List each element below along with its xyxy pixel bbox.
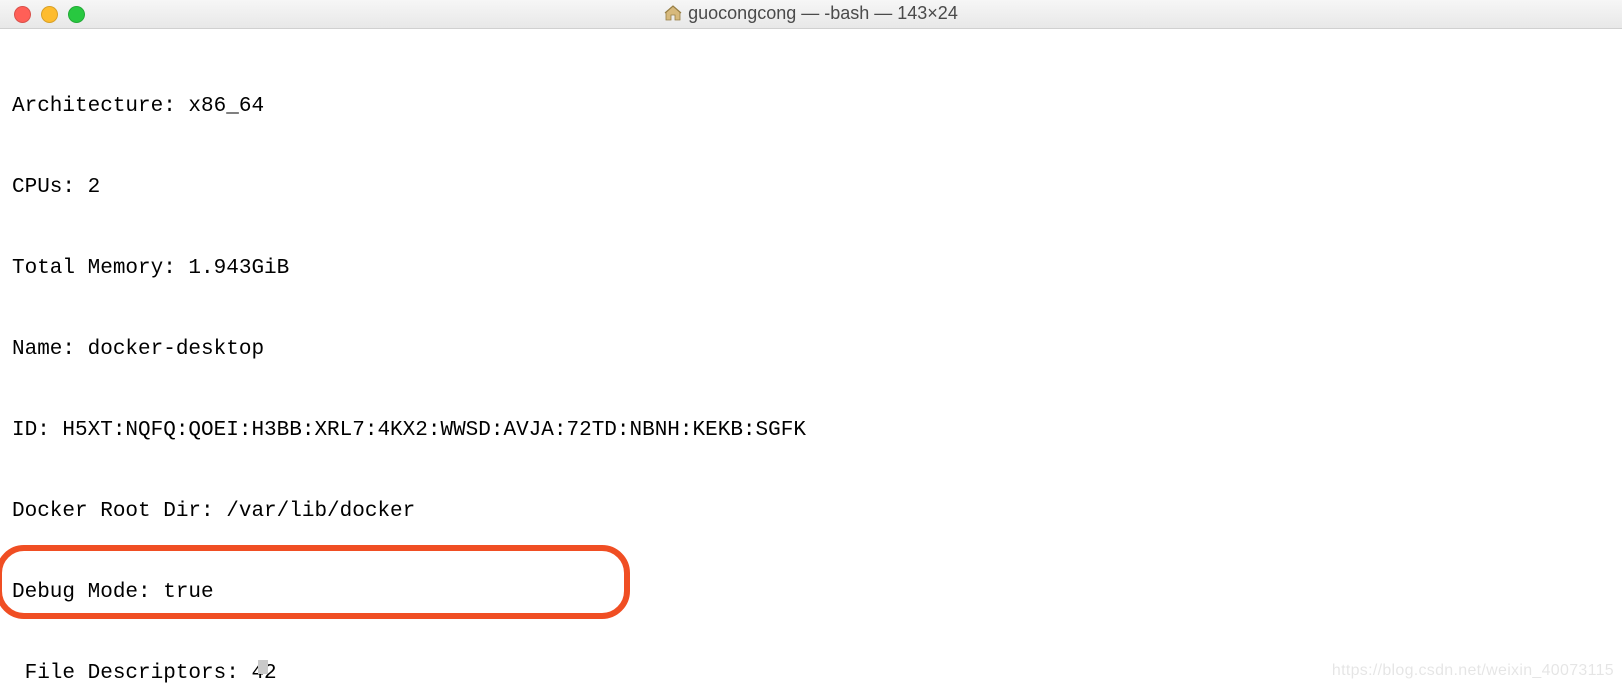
terminal-line: Debug Mode: true xyxy=(12,579,1610,606)
close-button[interactable] xyxy=(14,6,31,23)
terminal-line: Total Memory: 1.943GiB xyxy=(12,255,1610,282)
terminal-line: Docker Root Dir: /var/lib/docker xyxy=(12,498,1610,525)
scrollbar-stub xyxy=(258,660,268,674)
zoom-button[interactable] xyxy=(68,6,85,23)
house-icon xyxy=(664,5,682,26)
terminal-line: ID: H5XT:NQFQ:QOEI:H3BB:XRL7:4KX2:WWSD:A… xyxy=(12,417,1610,444)
traffic-lights xyxy=(0,6,85,23)
window-title-text: guocongcong — -bash — 143×24 xyxy=(688,3,958,23)
terminal-line: Name: docker-desktop xyxy=(12,336,1610,363)
window-titlebar: guocongcong — -bash — 143×24 xyxy=(0,0,1622,29)
terminal-output[interactable]: Architecture: x86_64 CPUs: 2 Total Memor… xyxy=(0,29,1622,686)
minimize-button[interactable] xyxy=(41,6,58,23)
window-title: guocongcong — -bash — 143×24 xyxy=(0,3,1622,26)
terminal-line: Architecture: x86_64 xyxy=(12,93,1610,120)
terminal-line: CPUs: 2 xyxy=(12,174,1610,201)
watermark-text: https://blog.csdn.net/weixin_40073115 xyxy=(1332,662,1614,680)
